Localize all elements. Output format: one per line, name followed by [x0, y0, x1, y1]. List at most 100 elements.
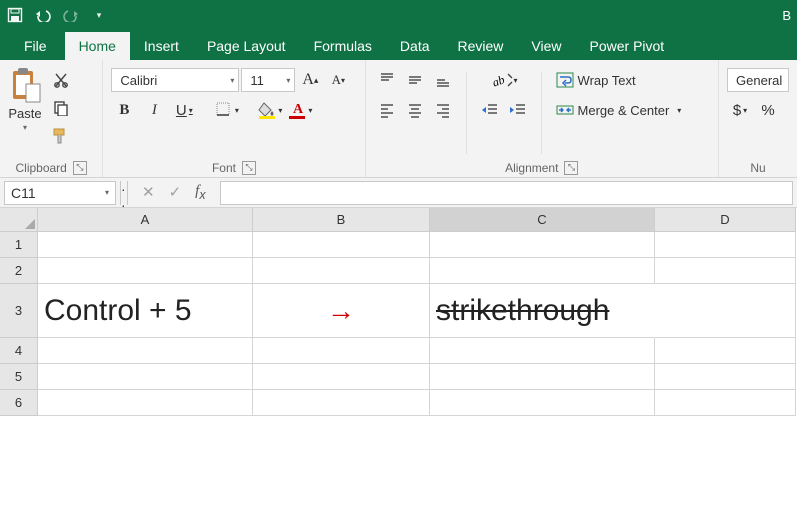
cell-d5[interactable]	[655, 364, 796, 390]
cancel-formula-icon[interactable]: ✕	[142, 183, 155, 202]
number-format-select[interactable]: General	[727, 68, 789, 92]
cell-d2[interactable]	[655, 258, 796, 284]
formula-bar-resize[interactable]: ···	[120, 181, 128, 205]
align-center-icon[interactable]	[402, 98, 428, 122]
row-header-4[interactable]: 4	[0, 338, 38, 364]
cell-a6[interactable]	[38, 390, 253, 416]
col-header-b[interactable]: B	[253, 208, 430, 232]
cut-icon[interactable]	[48, 68, 74, 92]
wrap-text-button[interactable]: Wrap Text	[552, 68, 640, 92]
col-header-d[interactable]: D	[655, 208, 796, 232]
cell-b5[interactable]	[253, 364, 430, 390]
clipboard-icon	[8, 66, 42, 104]
cell-c2[interactable]	[430, 258, 655, 284]
underline-button[interactable]: U▾	[171, 98, 197, 122]
formula-bar: C11▾ ··· ✕ ✓ fx	[0, 178, 797, 208]
qat-customize-icon[interactable]: ▾	[90, 6, 108, 24]
paste-button[interactable]: Paste ▾	[8, 64, 42, 158]
cell-b3[interactable]: →	[253, 284, 430, 338]
font-launcher-icon[interactable]: ⤡	[242, 161, 256, 175]
cell-c5[interactable]	[430, 364, 655, 390]
cell-b4[interactable]	[253, 338, 430, 364]
redo-icon[interactable]	[62, 6, 80, 24]
cell-c1[interactable]	[430, 232, 655, 258]
increase-font-icon[interactable]: A▴	[297, 68, 323, 92]
cell-c6[interactable]	[430, 390, 655, 416]
ribbon: Paste ▾ Clipboard⤡ Calibri▾ 11▾ A▴ A▾ B …	[0, 60, 797, 178]
row-header-2[interactable]: 2	[0, 258, 38, 284]
cell-b6[interactable]	[253, 390, 430, 416]
select-all-corner[interactable]	[0, 208, 38, 232]
cell-b2[interactable]	[253, 258, 430, 284]
clipboard-group-label: Clipboard	[15, 161, 66, 175]
orientation-icon[interactable]: ab▾	[482, 68, 526, 92]
cell-a5[interactable]	[38, 364, 253, 390]
increase-indent-icon[interactable]	[505, 98, 531, 122]
align-left-icon[interactable]	[374, 98, 400, 122]
decrease-indent-icon[interactable]	[477, 98, 503, 122]
cell-c4[interactable]	[430, 338, 655, 364]
alignment-launcher-icon[interactable]: ⤡	[564, 161, 578, 175]
tab-power-pivot[interactable]: Power Pivot	[576, 32, 679, 60]
format-painter-icon[interactable]	[48, 124, 74, 148]
spreadsheet-grid: A B C D	[0, 208, 797, 232]
font-color-icon[interactable]: A▾	[287, 98, 313, 122]
wrap-text-icon	[556, 72, 574, 88]
merge-center-button[interactable]: Merge & Center▾	[552, 98, 686, 122]
fill-color-icon[interactable]: ▾	[257, 98, 283, 122]
svg-text:A: A	[293, 102, 304, 117]
cell-a3[interactable]: Control + 5	[38, 284, 253, 338]
cell-b1[interactable]	[253, 232, 430, 258]
cell-d1[interactable]	[655, 232, 796, 258]
col-header-a[interactable]: A	[38, 208, 253, 232]
formula-input[interactable]	[220, 181, 793, 205]
col-header-c[interactable]: C	[430, 208, 655, 232]
cell-d4[interactable]	[655, 338, 796, 364]
copy-icon[interactable]	[48, 96, 74, 120]
tab-file[interactable]: File	[6, 32, 65, 60]
number-group-label: Nu	[750, 161, 765, 175]
ribbon-tabs: File Home Insert Page Layout Formulas Da…	[0, 30, 797, 60]
decrease-font-icon[interactable]: A▾	[325, 68, 351, 92]
insert-function-icon[interactable]: fx	[195, 183, 205, 202]
cell-a1[interactable]	[38, 232, 253, 258]
cell-a2[interactable]	[38, 258, 253, 284]
undo-icon[interactable]	[34, 6, 52, 24]
tab-formulas[interactable]: Formulas	[300, 32, 386, 60]
window-title: B	[782, 8, 791, 23]
tab-review[interactable]: Review	[444, 32, 518, 60]
enter-formula-icon[interactable]: ✓	[169, 183, 182, 202]
tab-data[interactable]: Data	[386, 32, 444, 60]
name-box[interactable]: C11▾	[4, 181, 116, 205]
svg-text:ab: ab	[490, 72, 506, 88]
currency-icon[interactable]: $▾	[727, 98, 753, 122]
percent-icon[interactable]: %	[755, 98, 781, 122]
align-bottom-icon[interactable]	[430, 68, 456, 92]
row-header-5[interactable]: 5	[0, 364, 38, 390]
row-header-3[interactable]: 3	[0, 284, 38, 338]
save-icon[interactable]	[6, 6, 24, 24]
paste-label: Paste	[8, 106, 41, 121]
font-size-select[interactable]: 11▾	[241, 68, 295, 92]
alignment-group-label: Alignment	[505, 161, 558, 175]
tab-page-layout[interactable]: Page Layout	[193, 32, 300, 60]
align-middle-icon[interactable]	[402, 68, 428, 92]
bold-button[interactable]: B	[111, 98, 137, 122]
align-top-icon[interactable]	[374, 68, 400, 92]
italic-button[interactable]: I	[141, 98, 167, 122]
clipboard-launcher-icon[interactable]: ⤡	[73, 161, 87, 175]
align-right-icon[interactable]	[430, 98, 456, 122]
tab-insert[interactable]: Insert	[130, 32, 193, 60]
cell-c3[interactable]: strikethrough	[430, 284, 655, 338]
cell-d3[interactable]	[655, 284, 796, 338]
font-group-label: Font	[212, 161, 236, 175]
merge-icon	[556, 102, 574, 118]
tab-home[interactable]: Home	[65, 32, 130, 60]
borders-icon[interactable]: ▾	[214, 98, 240, 122]
tab-view[interactable]: View	[517, 32, 575, 60]
font-family-select[interactable]: Calibri▾	[111, 68, 239, 92]
cell-a4[interactable]	[38, 338, 253, 364]
row-header-1[interactable]: 1	[0, 232, 38, 258]
cell-d6[interactable]	[655, 390, 796, 416]
row-header-6[interactable]: 6	[0, 390, 38, 416]
